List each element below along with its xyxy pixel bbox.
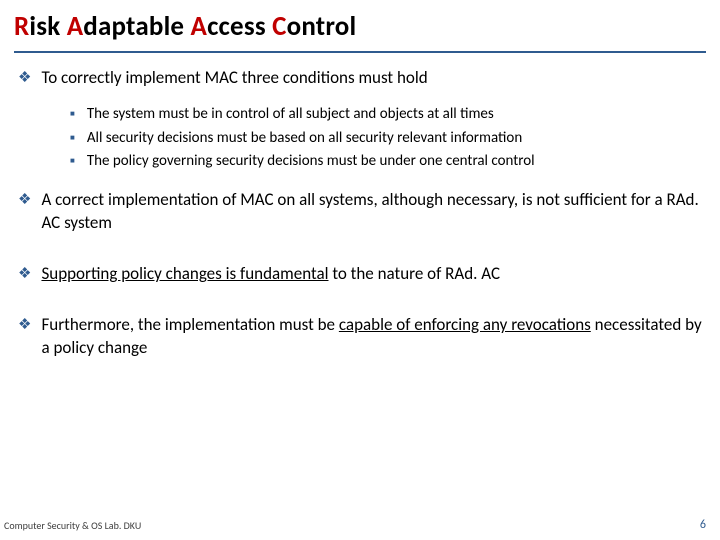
page-number: 6	[700, 518, 706, 532]
slide-title: Risk Adaptable Access Control	[0, 0, 720, 47]
diamond-bullet-icon: ❖	[18, 67, 31, 90]
footer-lab: Computer Security & OS Lab. DKU	[4, 519, 141, 532]
slide-body: ❖ To correctly implement MAC three condi…	[0, 53, 720, 360]
sub-bullet-list: ■ The system must be in control of all s…	[70, 104, 702, 173]
sub-bullet-1: ■ The system must be in control of all s…	[70, 104, 702, 126]
diamond-bullet-icon: ❖	[18, 263, 31, 286]
sub-bullet-2: ■ All security decisions must be based o…	[70, 128, 702, 150]
bullet-4: ❖ Furthermore, the implementation must b…	[18, 314, 702, 360]
title-initial-r: R	[14, 10, 29, 43]
underlined-text: capable of enforcing any revocations	[339, 314, 591, 335]
square-bullet-icon: ■	[70, 128, 75, 150]
sub-bullet-text: The system must be in control of all sub…	[87, 104, 494, 126]
square-bullet-icon: ■	[70, 104, 75, 126]
bullet-text: Furthermore, the implementation must be …	[41, 314, 702, 360]
sub-bullet-3: ■ The policy governing security decision…	[70, 151, 702, 173]
title-initial-c: C	[272, 10, 287, 43]
diamond-bullet-icon: ❖	[18, 189, 31, 235]
bullet-1: ❖ To correctly implement MAC three condi…	[18, 67, 702, 90]
bullet-2: ❖ A correct implementation of MAC on all…	[18, 189, 702, 235]
sub-bullet-text: The policy governing security decisions …	[87, 151, 535, 173]
slide: Risk Adaptable Access Control ❖ To corre…	[0, 0, 720, 540]
bullet-text: Supporting policy changes is fundamental…	[41, 263, 500, 286]
diamond-bullet-icon: ❖	[18, 314, 31, 360]
bullet-3: ❖ Supporting policy changes is fundament…	[18, 263, 702, 286]
square-bullet-icon: ■	[70, 151, 75, 173]
bullet-text: A correct implementation of MAC on all s…	[41, 189, 702, 235]
bullet-text: To correctly implement MAC three conditi…	[41, 67, 427, 90]
underlined-text: Supporting policy changes is fundamental	[41, 263, 328, 284]
title-initial-a1: A	[67, 10, 84, 43]
title-initial-a2: A	[191, 10, 208, 43]
sub-bullet-text: All security decisions must be based on …	[87, 128, 522, 150]
